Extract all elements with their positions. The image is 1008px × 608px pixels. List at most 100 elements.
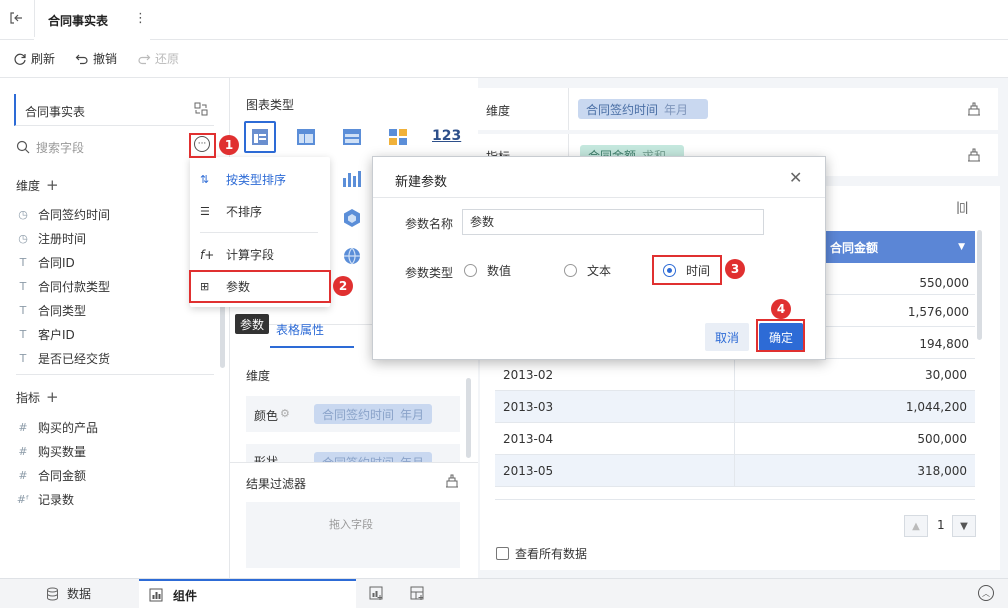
text-type-icon: T [19,256,27,269]
checkbox[interactable] [496,547,509,560]
dimension-field[interactable]: T 客户ID [16,326,75,343]
measure-section-title: 指标 + [16,388,59,406]
multi-chart-icon[interactable] [388,128,408,146]
radio-text[interactable]: 文本 [564,262,611,279]
refresh-icon [14,53,26,65]
dimension-field[interactable]: T 合同类型 [16,302,86,319]
add-component-icon[interactable] [369,586,384,603]
undo-button[interactable]: 撤销 [75,50,117,67]
tab-title[interactable]: 合同事实表 [48,12,108,29]
page-up-button[interactable]: ▲ [904,515,928,537]
dialog-title: 新建参数 [395,175,448,190]
name-label: 参数名称 [405,217,454,231]
chart-settings-icon[interactable]: |▯| [956,200,969,214]
page-down-button[interactable]: ▼ [952,515,976,537]
tab-table-props[interactable]: 表格属性 [276,321,324,338]
dimension-field[interactable]: ◷ 注册时间 [16,230,86,247]
shape-chip[interactable]: 合同签约时间年月 [314,452,433,462]
shape-label: 形状 [254,455,279,462]
measure-field[interactable]: # 购买数量 [16,443,86,460]
measure-field[interactable]: # 合同金额 [16,467,86,484]
bar-chart-icon[interactable] [342,170,362,188]
dimension-chip[interactable]: 合同签约时间 年月 [578,99,708,119]
add-dimension-icon[interactable]: + [46,176,59,194]
text-type-icon: T [19,352,27,365]
clock-icon: ◷ [18,208,28,221]
add-dashboard-icon[interactable] [410,586,425,603]
detail-table-icon[interactable] [342,128,362,146]
table-name: 合同事实表 [25,105,86,119]
search-input[interactable]: 搜索字段 [36,139,84,156]
color-label: 颜色 [254,409,279,423]
measure-shelf-settings-icon[interactable] [966,148,982,165]
sort-down-icon[interactable]: ▼ [958,242,965,252]
refresh-button[interactable]: 刷新 [13,50,55,67]
cancel-button[interactable]: 取消 [705,323,749,351]
no-sort-icon: ☰ [200,205,210,218]
menu-item-sort-by-type[interactable]: ⇅ 按类型排序 [200,171,286,188]
funnel-chart-icon[interactable] [342,208,362,228]
redo-icon [138,54,151,64]
number-type-icon: # [18,469,28,482]
bottom-bar: 数据 组件 ︿ [0,578,1008,608]
cross-table-icon[interactable] [296,128,316,146]
database-icon [47,587,58,601]
dimension-field[interactable]: T 是否已经交货 [16,350,110,367]
text-type-icon: T [19,304,27,317]
add-measure-icon[interactable]: + [46,388,59,406]
clock-icon: ◷ [18,232,28,245]
dimension-section-title: 维度 + [16,176,59,194]
shape-row[interactable]: 形状 合同签约时间年月 [246,444,460,462]
component-icon [149,588,163,602]
dimension-field[interactable]: T 合同付款类型 [16,278,110,295]
search-icon [16,140,30,154]
type-label: 参数类型 [405,266,454,280]
dimension-field[interactable]: ◷ 合同签约时间 [16,206,110,223]
measure-field[interactable]: # 购买的产品 [16,419,98,436]
highlight-more-options [189,133,216,158]
kpi-chart-icon[interactable]: 123 [432,128,461,144]
filter-settings-icon[interactable] [444,474,460,491]
dimension-shelf-settings-icon[interactable] [966,102,982,119]
map-chart-icon[interactable] [342,246,362,266]
dimension-shelf[interactable]: 维度 合同签约时间 年月 [478,88,998,130]
dimension-shelf-label: 维度 [486,104,511,118]
more-icon[interactable]: ⋮ [134,11,147,26]
color-chip[interactable]: 合同签约时间 年月 [314,404,433,424]
mid-dimension-title: 维度 [246,369,271,383]
table-row: 2013-05 318,000 [495,455,975,487]
radio-number[interactable]: 数值 [464,262,511,279]
exit-icon[interactable] [9,11,23,25]
close-icon[interactable]: ✕ [789,168,802,187]
step-badge-1: 1 [219,135,239,155]
dimension-field[interactable]: T 合同ID [16,254,75,271]
tab-data[interactable]: 数据 [46,585,91,602]
menu-item-calc-field[interactable]: f+ 计算字段 [200,246,274,263]
redo-button[interactable]: 还原 [137,50,179,67]
drop-hint: 拖入字段 [329,518,373,531]
parameter-name-input[interactable]: 参数 [462,209,764,235]
radio-button[interactable] [564,264,577,277]
undo-icon [75,54,88,64]
view-all-checkbox[interactable]: 查看所有数据 [496,545,587,562]
filter-drop-zone[interactable]: 拖入字段 [246,502,460,568]
calc-number-icon: #ᶠ [16,493,30,506]
text-type-icon: T [19,280,27,293]
measure-field[interactable]: #ᶠ 记录数 [16,491,74,508]
sort-type-icon: ⇅ [200,173,210,186]
step-badge-2: 2 [333,276,353,296]
collapse-up-icon[interactable]: ︿ [978,585,994,601]
table-row: 2013-02 30,000 [495,359,975,391]
highlight-ok-button [756,319,805,352]
gear-icon[interactable]: ⚙ [280,407,290,420]
radio-button[interactable] [464,264,477,277]
step-badge-3: 3 [725,259,745,279]
switch-table-icon[interactable] [194,102,208,119]
table-selector[interactable]: 合同事实表 [14,94,214,126]
filter-title: 结果过滤器 [246,477,307,491]
chart-type-table-selected[interactable] [244,121,276,153]
search-field[interactable]: 搜索字段 [16,136,186,158]
menu-item-no-sort[interactable]: ☰ 不排序 [200,203,262,220]
tab-component[interactable]: 组件 [139,579,356,608]
color-row[interactable]: 颜色 ⚙ 合同签约时间 年月 [246,396,460,432]
